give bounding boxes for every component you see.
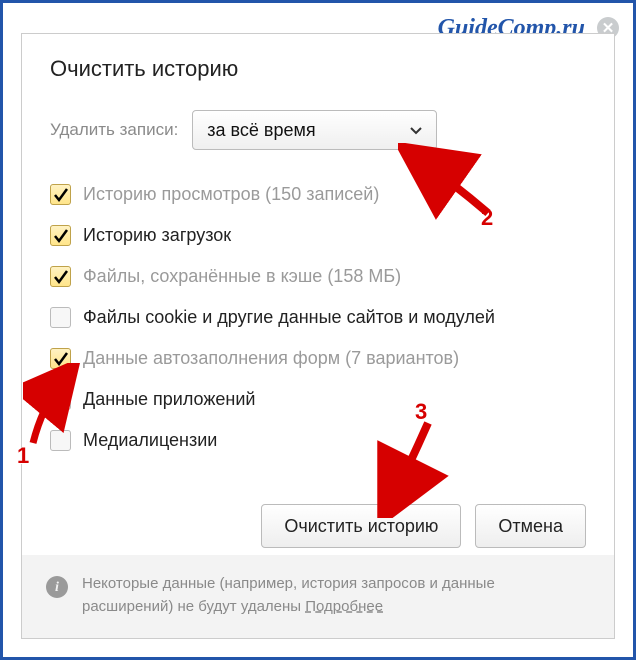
check-icon [52, 227, 70, 245]
opt-label: Данные автозаполнения форм [83, 348, 340, 368]
checkbox-cache[interactable] [50, 266, 71, 287]
opt-cache: Файлы, сохранённые в кэше (158 МБ) [50, 266, 586, 287]
check-icon [52, 186, 70, 204]
chevron-down-icon [410, 122, 422, 138]
opt-suffix: (7 вариантов) [345, 348, 459, 368]
opt-browsing-history: Историю просмотров (150 записей) [50, 184, 586, 205]
opt-label: Историю просмотров [83, 184, 260, 204]
time-range-label: Удалить записи: [50, 120, 178, 140]
footer-more-link[interactable]: Подробнее [305, 598, 383, 615]
annotation-3: 3 [415, 399, 427, 425]
clear-history-button[interactable]: Очистить историю [261, 504, 461, 548]
options-list: Историю просмотров (150 записей) Историю… [50, 184, 586, 451]
opt-label: Файлы, сохранённые в кэше [83, 266, 322, 286]
opt-app-data: Данные приложений [50, 389, 586, 410]
opt-media-licenses: Медиалицензии [50, 430, 586, 451]
checkbox-download-history[interactable] [50, 225, 71, 246]
footer-text: Некоторые данные (например, история запр… [82, 573, 590, 618]
opt-label: Файлы cookie и другие данные сайтов и мо… [83, 307, 495, 328]
opt-download-history: Историю загрузок [50, 225, 586, 246]
opt-label: Медиалицензии [83, 430, 217, 451]
time-range-dropdown[interactable]: за всё время [192, 110, 437, 150]
opt-label: Историю загрузок [83, 225, 231, 246]
cancel-button[interactable]: Отмена [475, 504, 586, 548]
dialog-title: Очистить историю [50, 56, 586, 82]
annotation-1: 1 [17, 443, 29, 469]
footer: i Некоторые данные (например, история за… [22, 555, 614, 638]
check-icon [52, 268, 70, 286]
opt-suffix: (150 записей) [265, 184, 379, 204]
opt-cookies: Файлы cookie и другие данные сайтов и мо… [50, 307, 586, 328]
checkbox-media-licenses[interactable] [50, 430, 71, 451]
opt-suffix: (158 МБ) [327, 266, 401, 286]
checkbox-autofill[interactable] [50, 348, 71, 369]
annotation-2: 2 [481, 205, 493, 231]
opt-label: Данные приложений [83, 389, 255, 410]
clear-history-dialog: Очистить историю Удалить записи: за всё … [21, 33, 615, 639]
opt-autofill: Данные автозаполнения форм (7 вариантов) [50, 348, 586, 369]
checkbox-cookies[interactable] [50, 307, 71, 328]
check-icon [52, 350, 70, 368]
checkbox-app-data[interactable] [50, 389, 71, 410]
info-icon: i [46, 576, 68, 598]
dropdown-value: за всё время [207, 120, 315, 141]
checkbox-browsing-history[interactable] [50, 184, 71, 205]
